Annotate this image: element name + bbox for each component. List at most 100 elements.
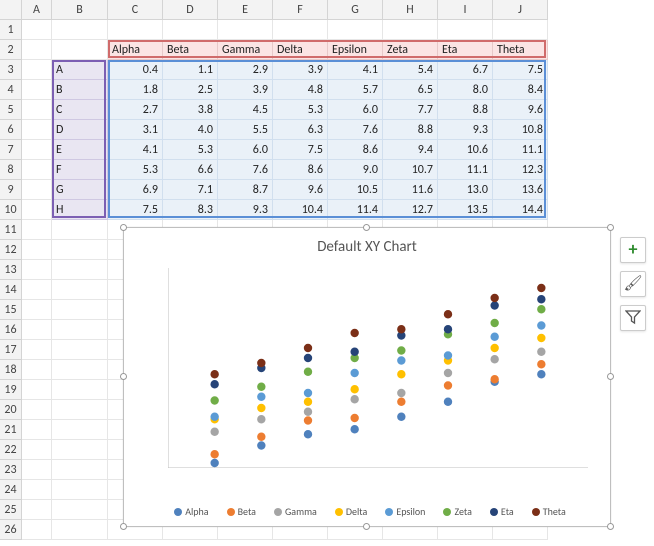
cell[interactable]: 7.5 bbox=[108, 200, 163, 220]
select-all-corner[interactable] bbox=[0, 0, 22, 20]
cell[interactable]: 4.5 bbox=[218, 100, 273, 120]
cell[interactable] bbox=[108, 20, 163, 40]
cell[interactable]: 6.9 bbox=[108, 180, 163, 200]
cell[interactable]: 9.6 bbox=[273, 180, 328, 200]
column-header[interactable]: F bbox=[273, 0, 328, 20]
chart-filter-button[interactable] bbox=[620, 305, 646, 331]
cell[interactable] bbox=[22, 360, 52, 380]
cell[interactable]: 8.4 bbox=[493, 80, 548, 100]
cell[interactable]: Theta bbox=[493, 40, 548, 60]
cell[interactable]: H bbox=[52, 200, 108, 220]
cell[interactable]: 9.3 bbox=[218, 200, 273, 220]
cell[interactable]: B bbox=[52, 80, 108, 100]
cell[interactable] bbox=[22, 140, 52, 160]
row-header[interactable]: 15 bbox=[0, 300, 22, 320]
cell[interactable]: 10.5 bbox=[328, 180, 383, 200]
legend-item[interactable]: Theta bbox=[526, 505, 566, 518]
row-header[interactable]: 19 bbox=[0, 380, 22, 400]
row-header[interactable]: 21 bbox=[0, 420, 22, 440]
row-header[interactable]: 18 bbox=[0, 360, 22, 380]
row-header[interactable]: 22 bbox=[0, 440, 22, 460]
cell[interactable] bbox=[493, 20, 548, 40]
cell[interactable]: Zeta bbox=[383, 40, 438, 60]
cell[interactable] bbox=[52, 300, 108, 320]
row-header[interactable]: 3 bbox=[0, 60, 22, 80]
cell[interactable]: E bbox=[52, 140, 108, 160]
cell[interactable]: 9.3 bbox=[438, 120, 493, 140]
cell[interactable]: 1.1 bbox=[163, 60, 218, 80]
cell[interactable]: 6.5 bbox=[383, 80, 438, 100]
cell[interactable]: 10.7 bbox=[383, 160, 438, 180]
cell[interactable]: 9.6 bbox=[493, 100, 548, 120]
cell[interactable] bbox=[22, 300, 52, 320]
chart-title[interactable]: Default XY Chart bbox=[124, 228, 610, 260]
cell[interactable]: 13.5 bbox=[438, 200, 493, 220]
row-header[interactable]: 8 bbox=[0, 160, 22, 180]
column-header[interactable]: H bbox=[383, 0, 438, 20]
cell[interactable] bbox=[52, 20, 108, 40]
cell[interactable] bbox=[52, 320, 108, 340]
cell[interactable]: 13.0 bbox=[438, 180, 493, 200]
cell[interactable] bbox=[52, 480, 108, 500]
cell[interactable] bbox=[273, 20, 328, 40]
cell[interactable] bbox=[52, 240, 108, 260]
cell[interactable] bbox=[52, 460, 108, 480]
column-header[interactable]: E bbox=[218, 0, 273, 20]
cell[interactable]: 7.5 bbox=[493, 60, 548, 80]
cell[interactable] bbox=[52, 420, 108, 440]
cell[interactable]: 8.8 bbox=[438, 100, 493, 120]
column-header[interactable]: G bbox=[328, 0, 383, 20]
cell[interactable]: 4.1 bbox=[328, 60, 383, 80]
cell[interactable]: 2.5 bbox=[163, 80, 218, 100]
cell[interactable]: 6.7 bbox=[438, 60, 493, 80]
row-header[interactable]: 5 bbox=[0, 100, 22, 120]
cell[interactable]: 8.3 bbox=[163, 200, 218, 220]
cell[interactable]: 6.6 bbox=[163, 160, 218, 180]
chart-add-element-button[interactable]: + bbox=[620, 237, 646, 263]
row-header[interactable]: 6 bbox=[0, 120, 22, 140]
cell[interactable]: 8.0 bbox=[438, 80, 493, 100]
cell[interactable]: A bbox=[52, 60, 108, 80]
cell[interactable]: 14.4 bbox=[493, 200, 548, 220]
legend-item[interactable]: Delta bbox=[329, 505, 367, 518]
cell[interactable]: 10.4 bbox=[273, 200, 328, 220]
row-header[interactable]: 23 bbox=[0, 460, 22, 480]
cell[interactable]: 12.7 bbox=[383, 200, 438, 220]
cell[interactable] bbox=[22, 200, 52, 220]
row-header[interactable]: 12 bbox=[0, 240, 22, 260]
cell[interactable]: 6.3 bbox=[273, 120, 328, 140]
cell[interactable] bbox=[22, 260, 52, 280]
row-header[interactable]: 17 bbox=[0, 340, 22, 360]
column-header[interactable]: B bbox=[52, 0, 108, 20]
cell[interactable]: 11.1 bbox=[493, 140, 548, 160]
legend-item[interactable]: Zeta bbox=[437, 505, 471, 518]
cell[interactable]: Epsilon bbox=[328, 40, 383, 60]
cell[interactable]: Delta bbox=[273, 40, 328, 60]
cell[interactable]: 5.7 bbox=[328, 80, 383, 100]
cell[interactable] bbox=[52, 380, 108, 400]
cell[interactable]: 4.8 bbox=[273, 80, 328, 100]
cell[interactable] bbox=[22, 480, 52, 500]
cell[interactable]: 10.6 bbox=[438, 140, 493, 160]
cell[interactable] bbox=[52, 220, 108, 240]
cell[interactable]: 3.9 bbox=[218, 80, 273, 100]
cell[interactable] bbox=[52, 400, 108, 420]
cell[interactable]: Alpha bbox=[108, 40, 163, 60]
cell[interactable]: 11.1 bbox=[438, 160, 493, 180]
column-header[interactable]: I bbox=[438, 0, 493, 20]
cell[interactable]: 7.6 bbox=[218, 160, 273, 180]
cell[interactable]: 3.8 bbox=[163, 100, 218, 120]
legend-item[interactable]: Eta bbox=[484, 505, 514, 518]
cell[interactable] bbox=[22, 440, 52, 460]
row-header[interactable]: 1 bbox=[0, 20, 22, 40]
embedded-chart[interactable]: Default XY Chart 01234567890.02.04.06.08… bbox=[123, 227, 611, 527]
row-header[interactable]: 20 bbox=[0, 400, 22, 420]
cell[interactable]: 4.1 bbox=[108, 140, 163, 160]
cell[interactable] bbox=[22, 380, 52, 400]
cell[interactable]: 7.5 bbox=[273, 140, 328, 160]
cell[interactable]: 5.3 bbox=[108, 160, 163, 180]
cell[interactable] bbox=[22, 400, 52, 420]
cell[interactable] bbox=[22, 240, 52, 260]
cell[interactable] bbox=[22, 100, 52, 120]
cell[interactable]: 12.3 bbox=[493, 160, 548, 180]
